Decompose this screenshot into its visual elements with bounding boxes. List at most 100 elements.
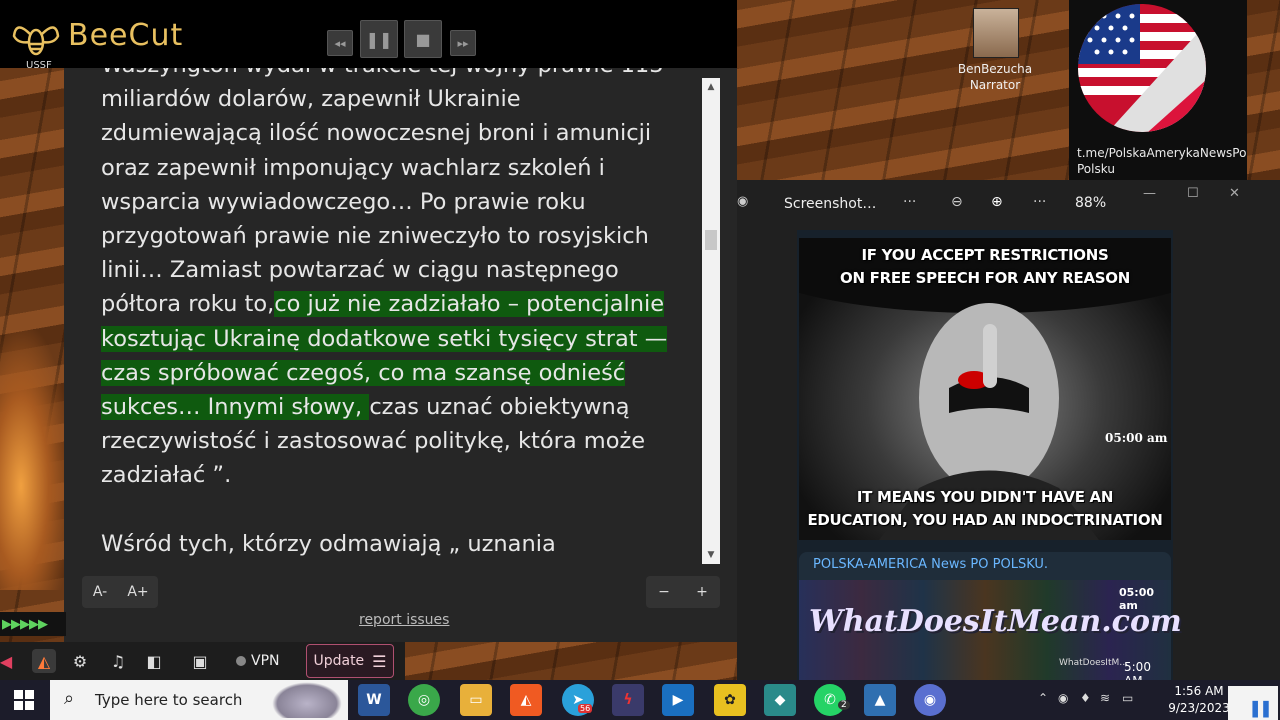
image-viewer-window: ◉ Screenshot… ··· ⊖ ⊕ ··· 88% — ☐ ✕ IF Y… [737, 180, 1280, 688]
update-label: Update [313, 653, 365, 669]
notes-icon[interactable]: ◆ [764, 684, 796, 716]
clock[interactable]: 1:56 AM 9/23/2023 [1166, 683, 1232, 717]
meme-image[interactable]: IF YOU ACCEPT RESTRICTIONS ON FREE SPEEC… [799, 238, 1171, 540]
telegram-link[interactable]: t.me/PolskaAmerykaNewsPo Polsku [1077, 145, 1247, 177]
text-line: rzeczywistość i zastosować politykę, któ… [101, 428, 646, 455]
reader-viewport: Waszyngton wydał w trakcie tej wojny pra… [64, 68, 700, 564]
channel-header[interactable]: POLSKA-AMERICA News PO POLSKU. [799, 552, 1171, 580]
text-line: oraz zapewnił imponujący wachlarz szkole… [101, 154, 605, 181]
triangle-icon[interactable]: ◀ [0, 649, 18, 673]
clock-date: 9/23/2023 [1168, 701, 1230, 715]
extensions-icon[interactable]: ⚙ [68, 649, 92, 673]
text-line: linii… Zamiast powtarzać w ciągu następn… [101, 257, 619, 284]
text-line: przygotowań prawie nie zniweczyło to ros… [101, 223, 649, 250]
text-line: półtora roku to,co już nie zadziałało – … [101, 287, 681, 321]
zoom-out-button[interactable]: − [646, 576, 682, 608]
app-icon[interactable]: ◎ [408, 684, 440, 716]
reader-text: Waszyngton wydał w trakcie tej wojny pra… [101, 68, 681, 561]
link-line: Polsku [1077, 162, 1115, 176]
brave-shield-icon[interactable]: ◭ [32, 649, 56, 673]
meme-bottom-text: IT MEANS YOU DIDN'T HAVE AN EDUCATION, Y… [799, 486, 1171, 532]
word-icon[interactable]: W [358, 684, 390, 716]
zoom-out-icon[interactable]: ⊖ [951, 194, 963, 210]
network-app-icon[interactable]: ◉ [1058, 691, 1068, 705]
microphone-icon[interactable]: ♦ [1080, 691, 1091, 705]
forward-button[interactable]: ▸▸ [450, 30, 476, 56]
brave-browser-icon[interactable]: ◭ [510, 684, 542, 716]
menu-icon: ☰ [372, 651, 387, 671]
file-explorer-icon[interactable]: ▭ [460, 684, 492, 716]
vpn-button[interactable]: VPN [236, 649, 280, 673]
meme-line: EDUCATION, YOU HAD AN INDOCTRINATION [807, 511, 1163, 529]
wallet-icon[interactable]: ▣ [188, 649, 212, 673]
text-line: kosztując Ukrainę dodatkowe setki tysięc… [101, 322, 681, 356]
lamp-glow [0, 330, 70, 590]
highlighted-text: kosztując Ukrainę dodatkowe setki tysięc… [101, 325, 668, 352]
scroll-down-arrow-icon[interactable]: ▼ [702, 546, 720, 564]
viewer-icon: ◉ [737, 194, 749, 209]
pause-button[interactable]: ❚❚ [360, 20, 398, 58]
meme-line: IT MEANS YOU DIDN'T HAVE AN [856, 488, 1114, 506]
taskbar-search[interactable]: ⌕ Type here to search [50, 680, 348, 720]
bolt-app-icon[interactable]: ϟ [612, 684, 644, 716]
scroll-up-arrow-icon[interactable]: ▲ [702, 78, 720, 96]
text-segment: półtora roku to, [101, 291, 275, 318]
telegram-feed: IF YOU ACCEPT RESTRICTIONS ON FREE SPEEC… [797, 230, 1182, 688]
wifi-icon[interactable]: ≋ [1100, 691, 1110, 705]
highlighted-text: co już nie zadziałało – potencjalnie [274, 291, 665, 318]
notification-icon[interactable]: ▌▌ [1228, 686, 1278, 720]
update-button[interactable]: Update ☰ [306, 644, 394, 678]
text-line: czas spróbować czegoś, co ma szansę odni… [101, 356, 681, 390]
more-options-button[interactable]: ··· [903, 194, 916, 210]
channel-tile: t.me/PolskaAmerykaNewsPo Polsku [1069, 0, 1247, 180]
zoom-in-button[interactable]: + [684, 576, 720, 608]
font-size-control: A- A+ [82, 576, 158, 608]
beecut-icon[interactable]: ✿ [714, 684, 746, 716]
text-line: Waszyngton wydał w trakcie tej wojny pra… [101, 68, 681, 82]
narrator-role: Narrator [969, 78, 1021, 92]
search-icon: ⌕ [64, 688, 75, 709]
clock-time: 1:56 AM [1174, 684, 1224, 698]
rhino-decoration [272, 682, 342, 718]
scrollbar[interactable] [702, 78, 720, 564]
font-increase-button[interactable]: A+ [120, 576, 156, 608]
media-app-icon[interactable]: ▶ [662, 684, 694, 716]
post-title: WhatDoesItMean.com [809, 604, 1182, 639]
zoom-in-icon[interactable]: ⊕ [991, 194, 1003, 210]
text-line: sukces… Innymi słowy, czas uznać obiekty… [101, 390, 681, 424]
narrator-name: BenBezucha [957, 62, 1033, 76]
beecut-header: BeeCut ◂◂ ❚❚ ■ ▸▸ USSF [0, 0, 737, 71]
photos-icon[interactable]: ▲ [864, 684, 896, 716]
sidebar-icon[interactable]: ◧ [142, 649, 166, 673]
windows-start-icon[interactable] [14, 690, 34, 710]
stop-button[interactable]: ■ [404, 20, 442, 58]
disc-app-icon[interactable]: ◉ [914, 684, 946, 716]
zoom-level: 88% [1075, 195, 1107, 211]
browser-toolbar: ◀ ◭ ⚙ ♫ ◧ ▣ VPN Update ☰ [0, 642, 405, 680]
chevron-up-icon[interactable]: ⌃ [1038, 691, 1048, 705]
rewind-button[interactable]: ◂◂ [327, 30, 353, 56]
link-line: t.me/PolskaAmerykaNewsPo [1077, 146, 1247, 160]
text-line: zadziałać ”. [101, 462, 232, 489]
minimize-button[interactable]: — [1143, 186, 1156, 201]
meme-line: ON FREE SPEECH FOR ANY REASON [840, 269, 1130, 287]
font-decrease-button[interactable]: A- [82, 576, 118, 608]
channel-name[interactable]: POLSKA-AMERICA News PO POLSKU. [813, 557, 1048, 572]
overlay-label: USSF [26, 60, 52, 71]
more-tools-button[interactable]: ··· [1033, 194, 1046, 210]
whatsapp-badge: 2 [838, 700, 850, 710]
music-icon[interactable]: ♫ [106, 649, 130, 673]
maximize-button[interactable]: ☐ [1187, 186, 1199, 201]
notifications-tray-icon[interactable]: ▭ [1122, 691, 1133, 705]
report-issues-link[interactable]: report issues [359, 612, 449, 628]
vpn-label: VPN [251, 653, 280, 669]
close-button[interactable]: ✕ [1229, 186, 1240, 201]
post-image[interactable]: 05:00 am WhatDoesItMean.com WhatDoesItM…… [799, 580, 1182, 688]
highlighted-text: czas spróbować czegoś, co ma szansę odni… [101, 359, 626, 386]
zoom-control: − + [646, 576, 720, 608]
search-input[interactable]: Type here to search [95, 691, 242, 709]
bee-logo-icon [12, 26, 60, 56]
meme-line: IF YOU ACCEPT RESTRICTIONS [861, 246, 1109, 264]
scroll-thumb[interactable] [705, 230, 717, 250]
